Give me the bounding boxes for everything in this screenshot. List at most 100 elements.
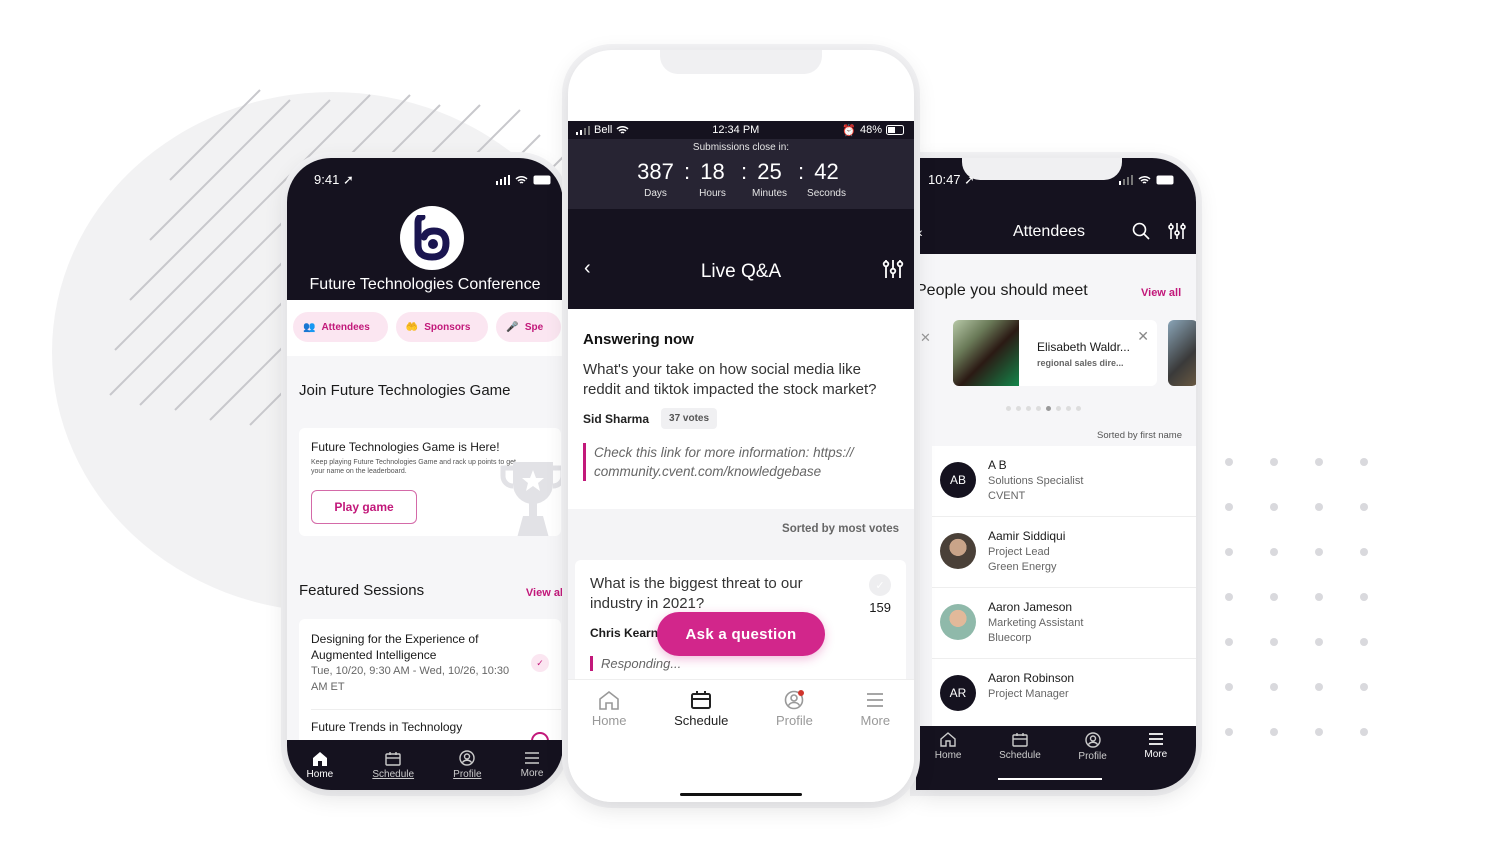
attendee-row[interactable]: AR Aaron Robinson Project Manager	[932, 659, 1196, 730]
signal-icon	[496, 175, 510, 185]
chip-label: Attendees	[321, 321, 370, 333]
background-dot	[1360, 458, 1368, 466]
pagination-dot[interactable]	[1026, 406, 1031, 411]
pagination-dot[interactable]	[1006, 406, 1011, 411]
chip-speakers[interactable]: 🎤 Spe	[496, 312, 562, 342]
nav-label: Profile	[1078, 751, 1107, 762]
location-arrow-icon: ➚	[342, 172, 354, 187]
nav-profile[interactable]: Profile	[453, 750, 482, 780]
nav-label: Schedule	[674, 713, 729, 728]
attendee-company: Green Energy	[988, 561, 1057, 573]
session-item[interactable]: Future Trends in Technology	[311, 719, 526, 735]
next-recommendation-card[interactable]	[1168, 320, 1196, 386]
nav-more[interactable]: More	[861, 690, 890, 728]
view-all-sessions-link[interactable]: View al	[526, 587, 563, 599]
countdown-unit: Days	[644, 188, 667, 199]
nav-label: Profile	[776, 713, 813, 728]
wifi-icon	[1138, 176, 1151, 184]
nav-home[interactable]: Home	[934, 732, 962, 762]
answer-response: Check this link for more information: ht…	[583, 443, 899, 481]
nav-label: Home	[934, 750, 962, 761]
pagination-dot[interactable]	[1056, 406, 1061, 411]
background-dot	[1360, 638, 1368, 646]
pagination-dot[interactable]	[1036, 406, 1041, 411]
nav-label: Schedule	[999, 750, 1041, 761]
sort-label[interactable]: Sorted by most votes	[782, 523, 899, 535]
background-dot	[1315, 683, 1323, 691]
battery-icon	[1156, 175, 1174, 185]
session-item[interactable]: Designing for the Experience of Augmente…	[311, 631, 526, 695]
countdown-days: 387 Days	[627, 159, 684, 199]
session-time: Tue, 10/20, 9:30 AM - Wed, 10/26, 10:30 …	[311, 665, 510, 693]
avatar: AB	[940, 462, 976, 498]
vote-count-badge: 37 votes	[661, 408, 718, 429]
attendee-title: Project Lead	[988, 546, 1050, 558]
home-icon	[599, 690, 619, 710]
nav-schedule[interactable]: Schedule	[372, 751, 414, 780]
pagination-dot[interactable]	[1016, 406, 1021, 411]
background-dot	[1270, 728, 1278, 736]
pagination-dot[interactable]	[1046, 406, 1051, 411]
battery-icon	[885, 125, 904, 135]
phone-attendees-screen: 10:47 ➚ ‹ Attendees People you should me…	[916, 158, 1196, 790]
attendee-details: Project Lead Green Energy	[988, 545, 1056, 575]
chip-attendees[interactable]: 👥 Attendees	[293, 312, 388, 342]
pagination-dot[interactable]	[1076, 406, 1081, 411]
attendee-row[interactable]: Aamir Siddiqui Project Lead Green Energy	[932, 517, 1196, 588]
nav-schedule[interactable]: Schedule	[999, 732, 1041, 762]
nav-label: Profile	[453, 769, 482, 780]
home-icon	[312, 751, 327, 766]
attendee-name: Aaron Robinson	[988, 671, 1075, 685]
profile-icon	[785, 690, 805, 710]
question-author: Sid Sharma	[583, 411, 650, 426]
signal-icon	[1119, 175, 1133, 185]
session-check-icon[interactable]: ✓	[531, 654, 549, 672]
status-bar: 9:41 ➚	[314, 172, 553, 188]
question-text: What is the biggest threat to our indust…	[590, 575, 803, 612]
sort-label: Sorted by first name	[1096, 430, 1182, 441]
attendees-body: People you should meet View all ✕ Elisab…	[916, 254, 1196, 730]
notification-badge	[798, 690, 805, 696]
phone-notch	[962, 158, 1122, 180]
phone-live-qa-screen: Bell 12:34 PM ⏰ 48% Submissions close in…	[568, 50, 914, 802]
menu-icon	[1148, 733, 1163, 745]
attendee-title: Solutions Specialist	[988, 475, 1084, 487]
status-bar: Bell 12:34 PM ⏰ 48%	[568, 121, 914, 139]
view-all-people-link[interactable]: View all	[1141, 287, 1181, 299]
nav-profile[interactable]: Profile	[776, 690, 813, 728]
attendee-row[interactable]: AB A B Solutions Specialist CVENT	[932, 446, 1196, 517]
recommendation-name: Elisabeth Waldr...	[1037, 340, 1130, 354]
pagination-dot[interactable]	[1066, 406, 1071, 411]
nav-home[interactable]: Home	[592, 690, 627, 728]
calendar-icon	[385, 751, 401, 766]
nav-more[interactable]: More	[521, 751, 543, 779]
home-header: 9:41 ➚ Future Technologies Conference	[287, 158, 563, 300]
close-icon[interactable]: ✕	[1137, 328, 1149, 345]
search-icon[interactable]	[1132, 222, 1150, 240]
attendee-name: Aaron Jameson	[988, 600, 1073, 614]
filter-sliders-icon[interactable]	[1168, 222, 1186, 240]
attendee-row[interactable]: Aaron Jameson Marketing Assistant Bluecor…	[932, 588, 1196, 659]
divider	[311, 709, 561, 710]
dismiss-icon[interactable]: ✕	[920, 330, 931, 346]
ask-question-button[interactable]: Ask a question	[657, 612, 825, 656]
background-dot	[1270, 548, 1278, 556]
nav-profile[interactable]: Profile	[1078, 732, 1107, 762]
nav-schedule[interactable]: Schedule	[674, 690, 728, 728]
battery-icon	[533, 175, 551, 185]
attendee-list: AB A B Solutions Specialist CVENT Aamir S…	[932, 446, 1196, 730]
chip-sponsors[interactable]: 🤲 Sponsors	[395, 312, 489, 342]
background-dot	[1225, 683, 1233, 691]
nav-label: Home	[591, 713, 627, 728]
question-response-status: Responding...	[590, 656, 891, 671]
nav-home[interactable]: Home	[307, 751, 333, 780]
play-game-button[interactable]: Play game	[311, 490, 417, 524]
nav-more[interactable]: More	[1144, 732, 1167, 762]
background-dot	[1315, 548, 1323, 556]
background-dot	[1225, 638, 1233, 646]
countdown-unit: Hours	[699, 188, 726, 199]
status-time: 12:34 PM	[712, 124, 760, 136]
filter-sliders-icon[interactable]	[882, 259, 904, 279]
recommendation-card[interactable]: Elisabeth Waldr... regional sales dire..…	[953, 320, 1157, 386]
upvote-check-icon[interactable]: ✓	[869, 574, 891, 596]
